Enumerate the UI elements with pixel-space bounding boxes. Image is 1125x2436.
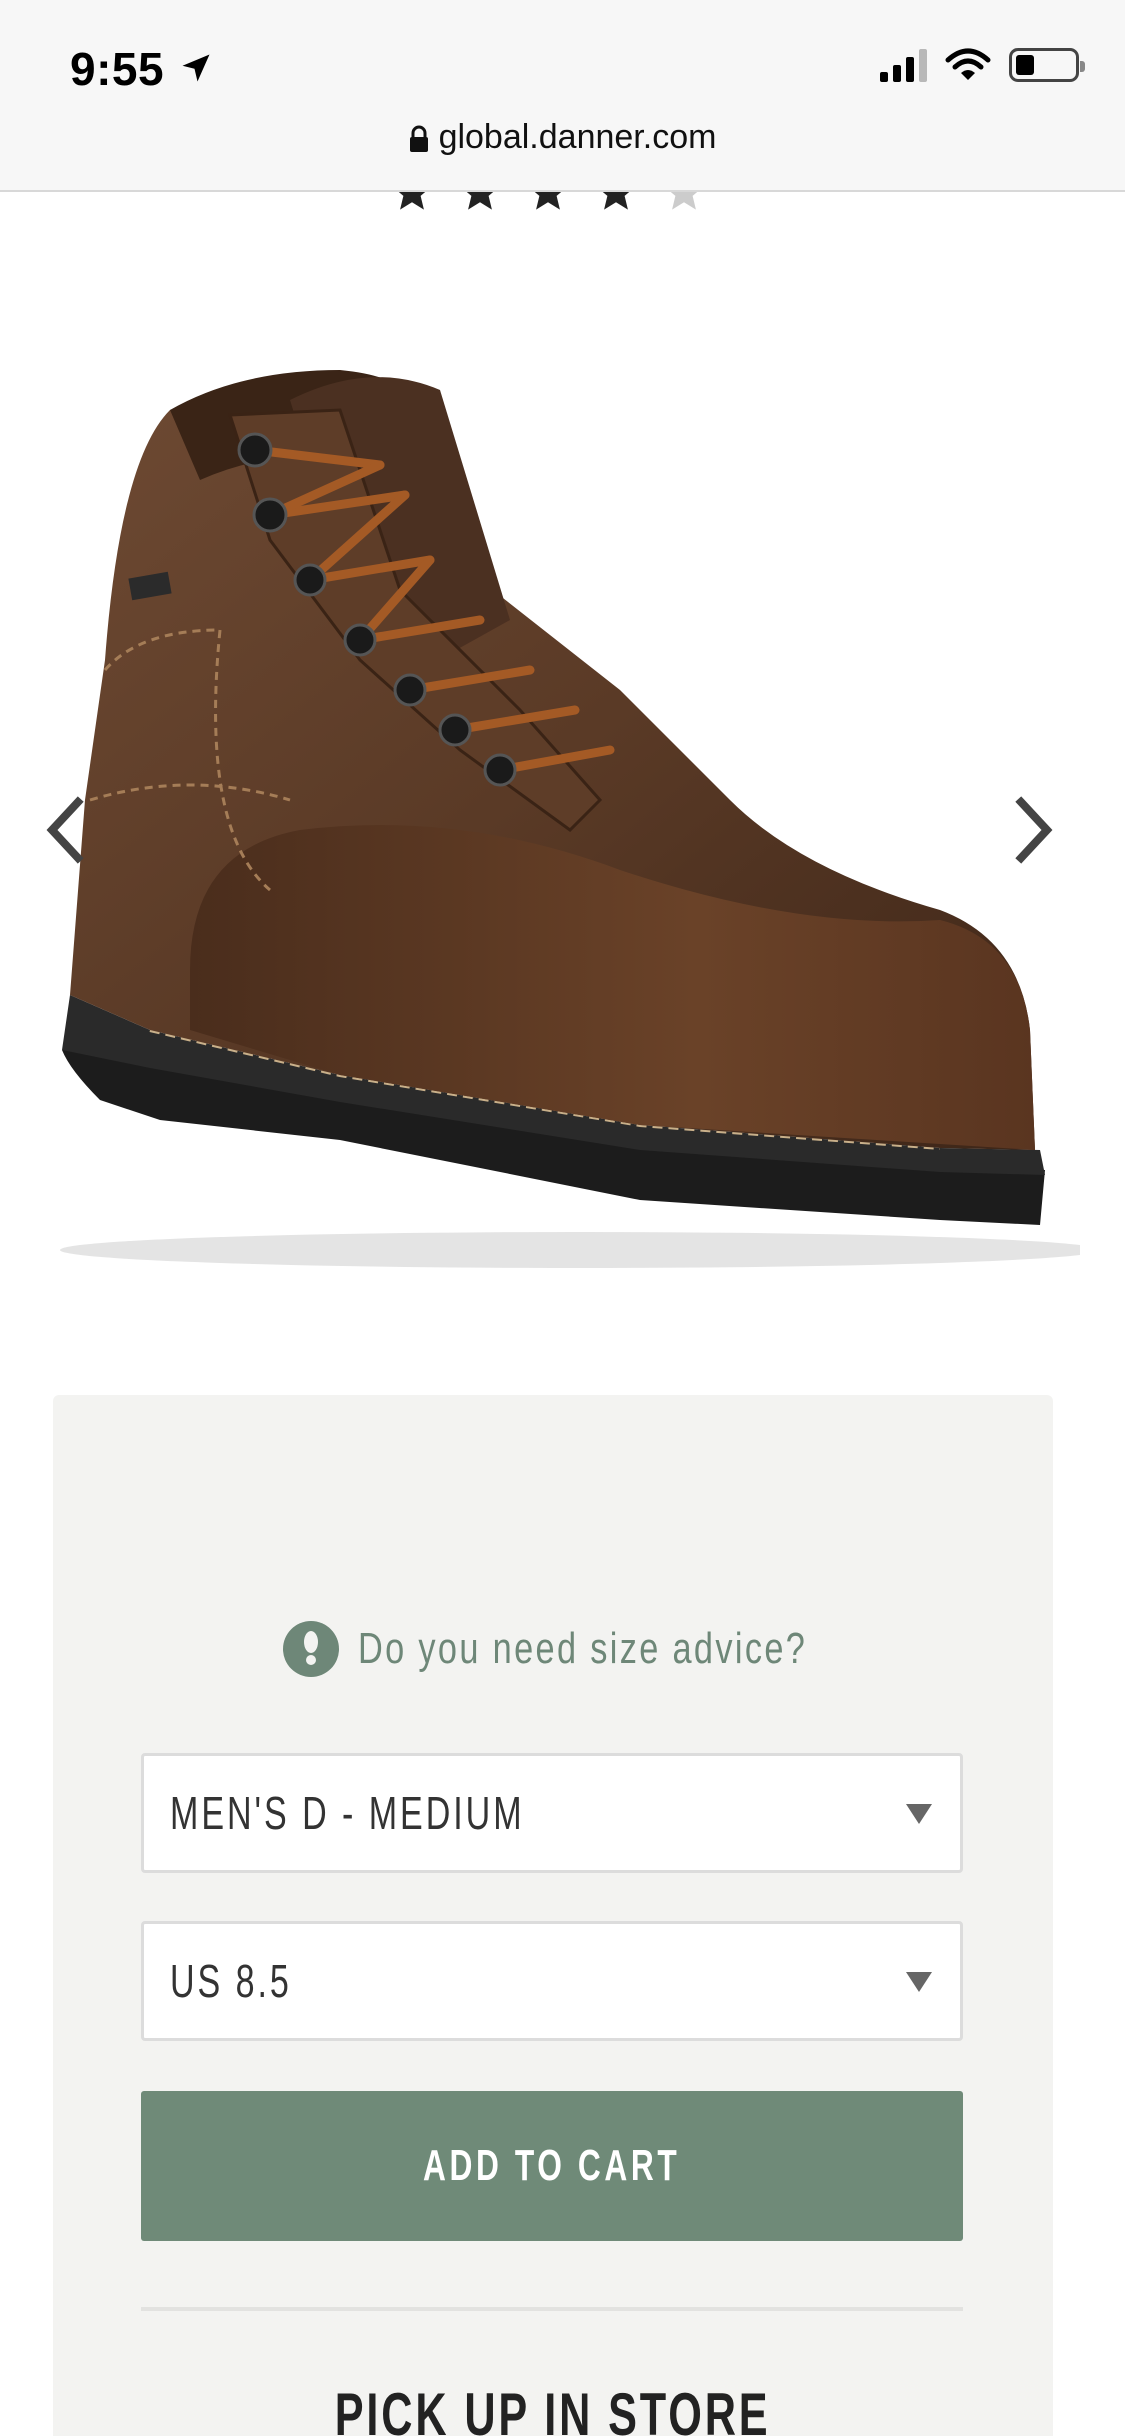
dropdown-caret-icon bbox=[906, 1804, 932, 1824]
chevron-left-icon[interactable] bbox=[36, 790, 96, 870]
chevron-right-icon[interactable] bbox=[1003, 790, 1063, 870]
url-text: global.danner.com bbox=[438, 118, 717, 156]
size-select[interactable]: US 8.5 bbox=[141, 1921, 963, 2041]
battery-icon bbox=[1009, 48, 1085, 82]
cell-signal-icon bbox=[880, 48, 927, 82]
dropdown-caret-icon bbox=[906, 1972, 932, 1992]
width-select[interactable]: MEN'S D - MEDIUM bbox=[141, 1753, 963, 1873]
browser-header: 9:55 global.danner.com bbox=[0, 0, 1125, 192]
pick-up-in-store-link[interactable]: PICK UP IN STORE bbox=[53, 2380, 1053, 2436]
size-advice-link[interactable]: Do you need size advice? bbox=[53, 1620, 1053, 1678]
size-select-value: US 8.5 bbox=[170, 1955, 292, 2007]
lock-icon bbox=[409, 125, 428, 153]
add-to-cart-label: ADD TO CART bbox=[423, 2141, 681, 2190]
product-image-boot bbox=[60, 370, 1080, 1268]
address-bar[interactable]: global.danner.com bbox=[0, 118, 1125, 157]
divider bbox=[141, 2307, 963, 2311]
wifi-icon bbox=[945, 48, 991, 80]
status-indicators bbox=[880, 48, 1085, 82]
add-to-cart-button[interactable]: ADD TO CART bbox=[141, 2091, 963, 2241]
pick-up-in-store-label: PICK UP IN STORE bbox=[335, 2381, 771, 2436]
location-arrow-icon bbox=[182, 54, 210, 82]
width-select-value: MEN'S D - MEDIUM bbox=[170, 1787, 525, 1839]
status-time: 9:55 bbox=[70, 43, 165, 95]
size-advice-text: Do you need size advice? bbox=[358, 1624, 808, 1673]
purchase-panel: Do you need size advice? MEN'S D - MEDIU… bbox=[53, 1395, 1053, 2436]
footprint-icon bbox=[283, 1621, 340, 1677]
